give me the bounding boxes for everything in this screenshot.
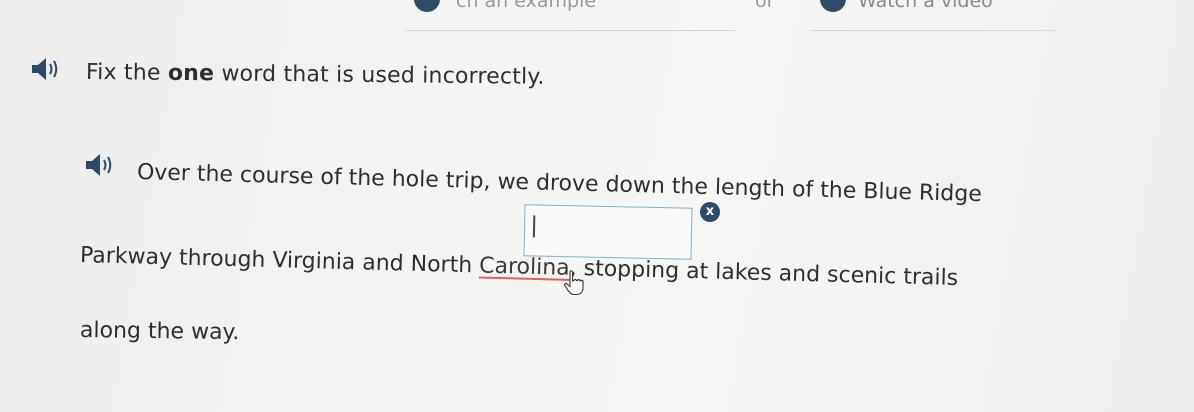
divider [405,30,735,31]
instruction-prefix: Fix the [85,60,169,86]
sentence-line-2-end: , stopping at lakes and scenic trails [569,255,959,291]
page: ch an example or Watch a video Fix the o… [0,0,1194,412]
divider [810,30,1055,31]
misspelled-word[interactable]: Carolina [479,253,570,280]
sentence-line-1: Over the course of the hole trip, we dro… [136,160,983,208]
close-icon[interactable]: x [700,202,720,222]
speaker-icon[interactable] [30,56,60,82]
example-icon[interactable] [414,0,440,12]
text-caret [532,215,535,238]
sentence-line-3: along the way. [79,318,240,346]
watch-video-link[interactable]: Watch a video [858,0,993,12]
top-toolbar: ch an example or Watch a video [0,0,1194,34]
instruction-suffix: word that is used incorrectly. [214,61,545,90]
or-separator: or [755,0,775,12]
sentence-line-2-start: Parkway through Virginia and North [79,243,480,279]
instruction-emphasis: one [167,60,215,87]
example-link[interactable]: ch an example [456,0,596,12]
video-icon[interactable] [820,0,846,12]
answer-input[interactable] [523,204,693,260]
speaker-icon[interactable] [84,152,114,178]
instruction-text: Fix the one word that is used incorrectl… [86,60,545,90]
hand-cursor-icon [563,270,585,296]
sentence-line-2: Parkway through Virginia and North Carol… [80,243,959,291]
